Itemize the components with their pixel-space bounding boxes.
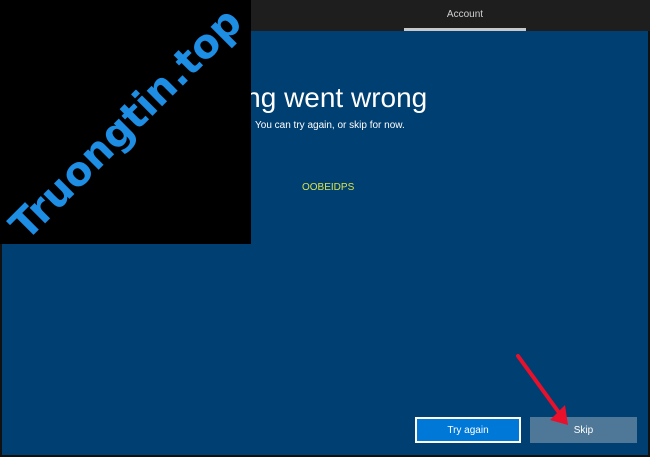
try-again-button[interactable]: Try again: [415, 417, 521, 443]
tab-account[interactable]: Account: [404, 0, 526, 31]
oobe-window: Account ething went wrong You can try ag…: [0, 0, 650, 457]
watermark-logo: Truongtin.top: [0, 0, 251, 244]
page-subtitle: You can try again, or skip for now.: [255, 120, 405, 131]
arrow-pointer-icon: [516, 354, 568, 425]
watermark-text: Truongtin.top: [1, 0, 251, 244]
error-code: OOBEIDPS: [302, 182, 355, 193]
